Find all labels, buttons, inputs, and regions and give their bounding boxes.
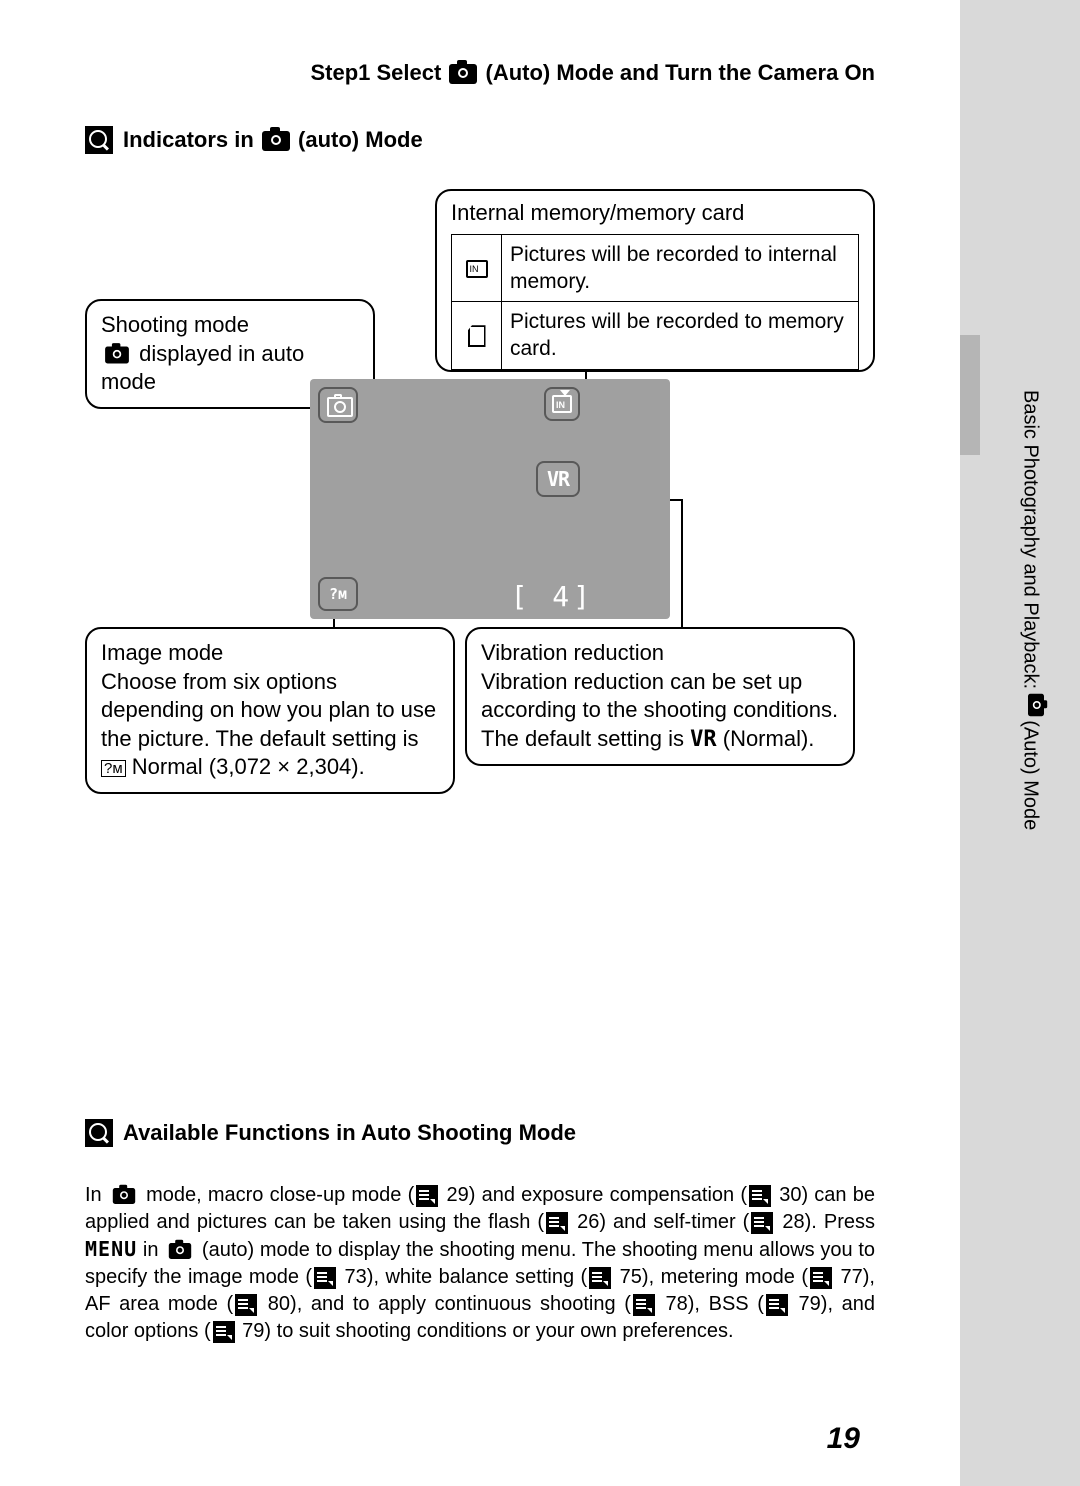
page-title: Step1 Select (Auto) Mode and Turn the Ca… xyxy=(85,60,875,86)
menu-text: MENU xyxy=(85,1237,137,1261)
callout-memory-title: Internal memory/memory card xyxy=(451,199,859,228)
magnifier-icon xyxy=(85,1119,113,1147)
magnifier-icon xyxy=(85,126,113,154)
section-indicators-title: Indicators in (auto) Mode xyxy=(85,126,875,154)
camera-screen: VR ?м [ 4] xyxy=(310,379,670,619)
screen-vr-icon: VR xyxy=(536,461,580,497)
page-ref-icon xyxy=(314,1267,336,1289)
shooting-mode-title: Shooting mode xyxy=(101,311,359,340)
vibration-title: Vibration reduction xyxy=(481,639,839,668)
callout-image-mode: Image mode Choose from six options depen… xyxy=(85,627,455,794)
internal-memory-icon xyxy=(466,260,488,278)
page-ref-icon xyxy=(766,1294,788,1316)
image-mode-body: Choose from six options depending on how… xyxy=(101,669,436,780)
section-available-functions-title: Available Functions in Auto Shooting Mod… xyxy=(85,1119,875,1147)
memory-row2-text: Pictures will be recorded to memory card… xyxy=(502,302,859,370)
camera-icon xyxy=(113,1188,135,1204)
callout-memory: Internal memory/memory card Pictures wil… xyxy=(435,189,875,372)
camera-icon xyxy=(1028,693,1044,715)
7m-icon: ?м xyxy=(101,760,126,777)
screen-frame-count: [ 4] xyxy=(511,580,594,613)
vr-icon: VR xyxy=(690,727,717,752)
page-ref-icon xyxy=(213,1321,235,1343)
memory-row1-text: Pictures will be recorded to internal me… xyxy=(502,234,859,302)
screen-image-mode-icon: ?м xyxy=(318,577,358,611)
page-ref-icon xyxy=(810,1267,832,1289)
side-chapter-label: Basic Photography and Playback: (Auto) M… xyxy=(1019,390,1052,950)
page-ref-icon xyxy=(235,1294,257,1316)
indicators-diagram: Internal memory/memory card Pictures wil… xyxy=(85,189,875,819)
page-ref-icon xyxy=(751,1212,773,1234)
page-number: 19 xyxy=(827,1422,860,1456)
page-ref-icon xyxy=(589,1267,611,1289)
page-ref-icon xyxy=(416,1185,438,1207)
image-mode-title: Image mode xyxy=(101,639,439,668)
camera-icon xyxy=(169,1243,191,1259)
camera-icon xyxy=(105,346,129,363)
screen-internal-memory-icon xyxy=(544,387,580,421)
available-functions-body: In mode, macro close-up mode ( 29) and e… xyxy=(85,1182,875,1345)
vibration-body: Vibration reduction can be set up accord… xyxy=(481,669,838,751)
shooting-mode-line2: displayed in auto mode xyxy=(101,341,304,395)
page-ref-icon xyxy=(633,1294,655,1316)
screen-camera-icon xyxy=(318,387,358,423)
page-ref-icon xyxy=(749,1185,771,1207)
memory-card-icon xyxy=(468,325,486,347)
camera-icon xyxy=(449,64,477,84)
page-ref-icon xyxy=(546,1212,568,1234)
callout-vibration: Vibration reduction Vibration reduction … xyxy=(465,627,855,766)
camera-icon xyxy=(262,131,290,151)
